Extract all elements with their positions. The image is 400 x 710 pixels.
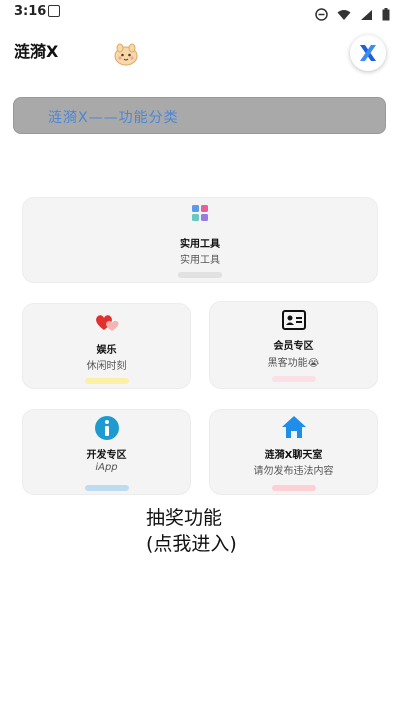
signal-icon [360,9,372,20]
card-entertainment[interactable]: 娱乐 休闲时刻 [22,303,191,389]
app-title: 涟漪X [14,42,59,61]
status-time: 3:16 [14,4,47,19]
card-title: 会员专区 [273,341,314,352]
card-title: 娱乐 [96,345,117,356]
x-logo-button[interactable] [350,35,386,71]
wifi-icon [337,9,351,20]
id-card-icon [281,310,306,330]
card-indicator-bar [84,378,129,384]
hearts-icon [95,315,119,331]
card-subtitle: iApp [95,462,118,473]
x-logo-icon [360,45,376,61]
do-not-disturb-icon [314,8,328,21]
lottery-title: 抽奖功能 [146,507,223,529]
card-indicator-bar [84,485,129,491]
lottery-hint: (点我进入) [146,533,237,555]
status-bar: 3:16 [0,0,400,24]
card-indicator-bar [271,376,316,382]
notification-icon [48,5,60,17]
card-vip-zone[interactable]: 会员专区 黑客功能😭 [209,301,378,389]
card-developer-zone[interactable]: 开发专区 iApp [22,409,191,495]
card-utility-tools[interactable]: 实用工具 实用工具 [22,197,378,283]
battery-icon [382,8,390,21]
card-indicator-bar [178,272,222,278]
card-title: 开发专区 [86,450,127,461]
home-icon [281,416,306,438]
info-icon [94,416,119,440]
lottery-link[interactable]: 抽奖功能 (点我进入) [146,505,266,557]
card-title: 实用工具 [180,239,220,250]
card-title: 涟漪X聊天室 [264,450,323,461]
app-grid-icon [192,205,208,221]
status-icons [311,4,390,23]
card-subtitle: 请勿发布违法内容 [253,466,334,477]
card-chat-room[interactable]: 涟漪X聊天室 请勿发布违法内容 [209,409,378,495]
category-banner: 涟漪X——功能分类 [13,97,386,134]
card-indicator-bar [271,485,316,491]
card-subtitle: 实用工具 [180,255,220,266]
card-subtitle: 黑客功能😭 [267,358,320,369]
card-subtitle: 休闲时刻 [86,361,127,372]
mascot-sticker-icon [114,43,138,66]
banner-text: 涟漪X——功能分类 [48,110,179,126]
